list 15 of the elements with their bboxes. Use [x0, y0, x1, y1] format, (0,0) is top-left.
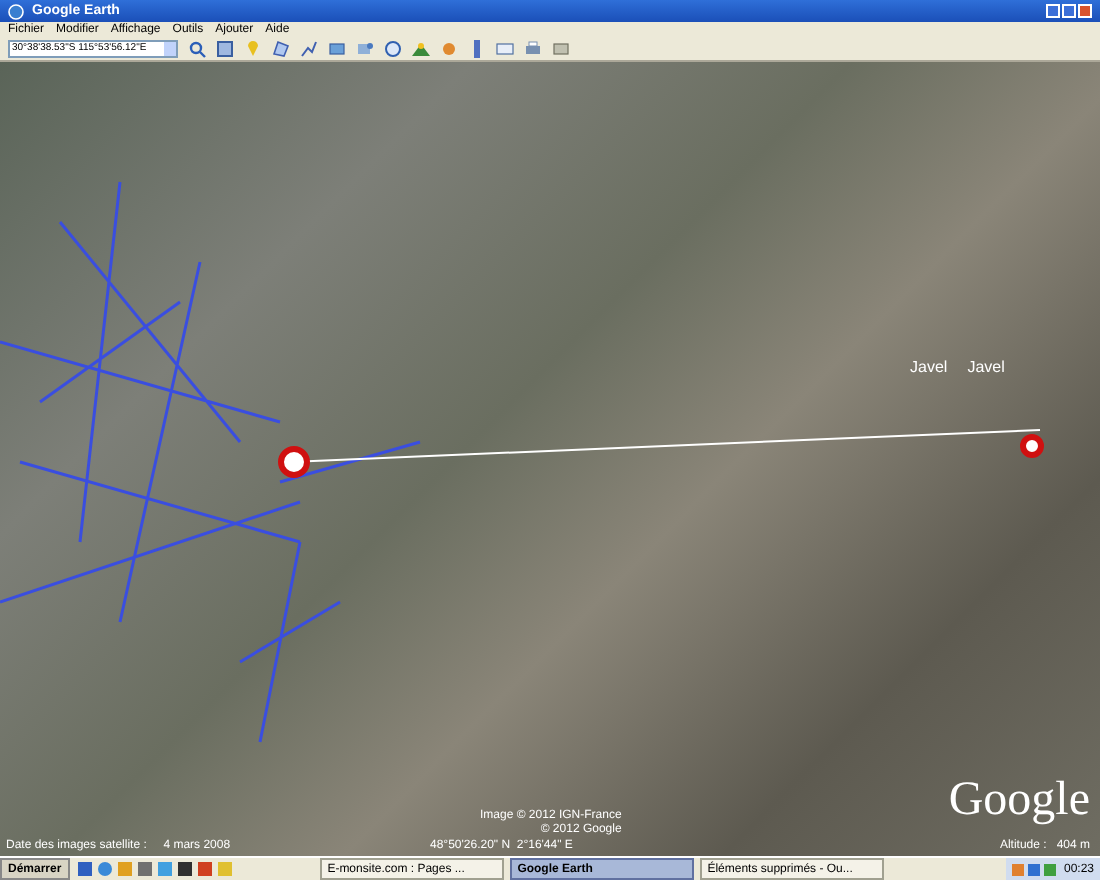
ruler-icon[interactable] — [468, 40, 486, 58]
map-label: Javel — [910, 360, 948, 376]
map-label: Javel — [967, 360, 1005, 376]
google-logo: Google — [948, 776, 1090, 824]
minimize-button[interactable] — [1046, 4, 1060, 18]
square-icon[interactable] — [216, 40, 234, 58]
sun-icon[interactable] — [412, 40, 430, 58]
printer-icon[interactable] — [524, 40, 542, 58]
search-icon[interactable] — [188, 40, 206, 58]
envelope-icon[interactable] — [496, 40, 514, 58]
close-button[interactable] — [1078, 4, 1092, 18]
image-icon[interactable] — [552, 40, 570, 58]
maximize-button[interactable] — [1062, 4, 1076, 18]
globe-icon — [8, 3, 24, 19]
path-icon[interactable] — [300, 40, 318, 58]
